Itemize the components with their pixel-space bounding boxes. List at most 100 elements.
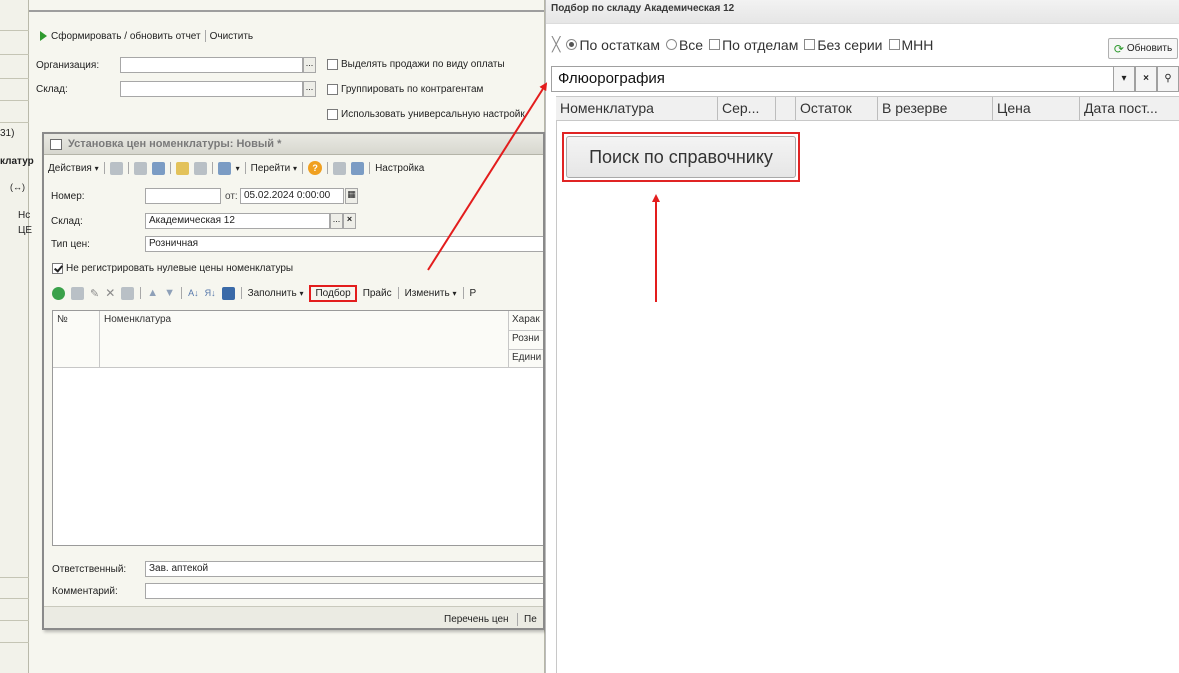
col-reserve[interactable]: В резерве bbox=[878, 97, 993, 120]
checkbox-label: Группировать по контрагентам bbox=[341, 84, 484, 95]
filter-no-series[interactable]: Без серии bbox=[804, 37, 883, 53]
clear-search-icon[interactable]: × bbox=[1135, 66, 1157, 92]
calendar-icon[interactable]: ▦ bbox=[345, 188, 358, 204]
footer-link[interactable]: Пе bbox=[524, 614, 537, 625]
toolbar-separator bbox=[211, 162, 213, 174]
post-icon[interactable] bbox=[175, 161, 189, 175]
items-table[interactable]: № Номенклатура Харак Розни Едини bbox=[52, 310, 543, 546]
warehouse-label: Склад: bbox=[36, 84, 68, 95]
side-label: клатур bbox=[0, 156, 34, 167]
col-series[interactable]: Сер... bbox=[718, 97, 776, 120]
col-receipt-date[interactable]: Дата пост... bbox=[1080, 97, 1179, 120]
dialog-warehouse-input[interactable]: Академическая 12 bbox=[145, 213, 330, 229]
change-menu[interactable]: Изменить ▾ bbox=[405, 288, 457, 299]
checkbox[interactable] bbox=[888, 39, 900, 50]
checkbox[interactable] bbox=[327, 84, 338, 95]
warehouse-input[interactable] bbox=[120, 81, 303, 97]
filter-inn[interactable]: МНН bbox=[888, 37, 933, 53]
refresh-button[interactable]: ⟳ Обновить bbox=[1108, 38, 1178, 59]
add-icon[interactable] bbox=[52, 286, 65, 300]
checkbox[interactable] bbox=[804, 39, 816, 50]
side-label: Нс bbox=[18, 210, 31, 221]
goto-menu[interactable]: Перейти ▾ bbox=[251, 163, 297, 174]
barcode-icon[interactable] bbox=[221, 286, 235, 300]
radio[interactable] bbox=[566, 39, 578, 50]
organization-input[interactable] bbox=[120, 57, 303, 73]
price-setting-dialog: Установка цен номенклатуры: Новый * Дейс… bbox=[42, 132, 545, 630]
clear-icon[interactable]: × bbox=[343, 213, 356, 229]
list-icon[interactable] bbox=[333, 161, 347, 175]
price-type-label: Тип цен: bbox=[51, 239, 90, 250]
col-nomenclature[interactable]: Номенклатура bbox=[556, 97, 718, 120]
tree-icon[interactable] bbox=[351, 161, 365, 175]
chk-sales-by-payment[interactable]: Выделять продажи по виду оплаты bbox=[327, 59, 505, 70]
save-icon[interactable] bbox=[109, 161, 123, 175]
search-icon[interactable]: ⚲ bbox=[1157, 66, 1179, 92]
dialog-footer: Перечень цен Пе bbox=[44, 606, 543, 628]
report-toolbar: Сформировать / обновить отчет Очистить bbox=[40, 28, 253, 44]
dialog-toolbar: Действия ▾ ▾ Перейти ▾ ? Настройка bbox=[48, 159, 424, 177]
price-type-input[interactable]: Розничная bbox=[145, 236, 543, 252]
chk-group-by-contractors[interactable]: Группировать по контрагентам bbox=[327, 84, 483, 95]
toolbar-separator bbox=[369, 162, 371, 174]
filter-by-departments[interactable]: По отделам bbox=[709, 37, 798, 53]
col-characteristic[interactable]: Харак bbox=[512, 314, 540, 325]
dialog-title-bar: Установка цен номенклатуры: Новый * bbox=[44, 134, 543, 155]
delete-icon[interactable]: ✕ bbox=[105, 286, 115, 300]
price-list-link[interactable]: Перечень цен bbox=[444, 614, 509, 625]
checkbox[interactable] bbox=[52, 263, 63, 274]
checkbox[interactable] bbox=[709, 39, 721, 50]
generate-report-button[interactable]: Сформировать / обновить отчет bbox=[51, 31, 201, 42]
number-input[interactable] bbox=[145, 188, 221, 204]
search-directory-button[interactable]: Поиск по справочнику bbox=[566, 136, 796, 178]
clear-button[interactable]: Очистить bbox=[210, 31, 254, 42]
checkbox[interactable] bbox=[327, 59, 338, 70]
end-edit-icon[interactable] bbox=[121, 286, 135, 300]
col-nomenclature[interactable]: Номенклатура bbox=[104, 314, 171, 325]
sort-desc-icon[interactable]: Я↓ bbox=[205, 288, 216, 298]
price-list-button[interactable]: Прайс bbox=[363, 288, 392, 299]
filter-all[interactable]: Все bbox=[665, 37, 703, 53]
col-price[interactable]: Цена bbox=[993, 97, 1080, 120]
filter-by-stock[interactable]: По остаткам bbox=[566, 37, 660, 53]
move-down-icon[interactable]: ▼ bbox=[164, 287, 175, 299]
chk-universal-settings[interactable]: Использовать универсальную настройк bbox=[327, 109, 525, 120]
help-icon[interactable]: ? bbox=[308, 161, 323, 175]
col-num[interactable]: № bbox=[57, 314, 68, 325]
search-input[interactable]: Флюорография bbox=[551, 66, 1114, 92]
move-up-icon[interactable]: ▲ bbox=[147, 287, 158, 299]
structure-icon[interactable] bbox=[217, 161, 231, 175]
table-toolbar: ✎ ✕ ▲ ▼ A↓ Я↓ Заполнить ▾ Подбор Прайс И… bbox=[52, 284, 476, 302]
checkbox[interactable] bbox=[327, 109, 338, 120]
copy-row-icon[interactable] bbox=[71, 286, 84, 300]
more-menu[interactable]: Р bbox=[470, 288, 477, 299]
col-retail[interactable]: Розни bbox=[512, 333, 539, 344]
settings-button[interactable]: Настройка bbox=[375, 163, 424, 174]
responsible-input[interactable]: Зав. аптекой bbox=[145, 561, 543, 577]
dropdown-icon[interactable]: ▾ bbox=[1113, 66, 1135, 92]
checkbox-label: Использовать универсальную настройк bbox=[341, 109, 525, 120]
copy-icon[interactable] bbox=[151, 161, 165, 175]
clear-filter-icon[interactable]: ╳ bbox=[552, 36, 560, 53]
toolbar-separator bbox=[244, 162, 246, 174]
fill-menu[interactable]: Заполнить ▾ bbox=[248, 288, 304, 299]
date-input[interactable]: 05.02.2024 0:00:00 bbox=[240, 188, 344, 204]
warehouse-select-button[interactable]: ... bbox=[303, 81, 316, 97]
edit-icon[interactable]: ✎ bbox=[90, 287, 99, 300]
pick-button[interactable]: Подбор bbox=[309, 284, 357, 302]
chevron-down-icon[interactable]: ▾ bbox=[236, 164, 240, 173]
comment-input[interactable] bbox=[145, 583, 543, 599]
pick-table-body[interactable] bbox=[556, 121, 1179, 673]
toolbar-separator bbox=[140, 287, 142, 299]
print-icon[interactable] bbox=[133, 161, 147, 175]
actions-menu[interactable]: Действия ▾ bbox=[48, 163, 99, 174]
unpost-icon[interactable] bbox=[193, 161, 207, 175]
organization-select-button[interactable]: ... bbox=[303, 57, 316, 73]
sort-asc-icon[interactable]: A↓ bbox=[188, 288, 199, 298]
col-unit[interactable]: Едини bbox=[512, 352, 541, 363]
checkbox-label: Выделять продажи по виду оплаты bbox=[341, 59, 505, 70]
radio[interactable] bbox=[665, 39, 677, 50]
col-stock[interactable]: Остаток bbox=[796, 97, 878, 120]
dialog-warehouse-select-button[interactable]: ... bbox=[330, 213, 343, 229]
no-register-zero-prices[interactable]: Не регистрировать нулевые цены номенклат… bbox=[52, 263, 293, 274]
